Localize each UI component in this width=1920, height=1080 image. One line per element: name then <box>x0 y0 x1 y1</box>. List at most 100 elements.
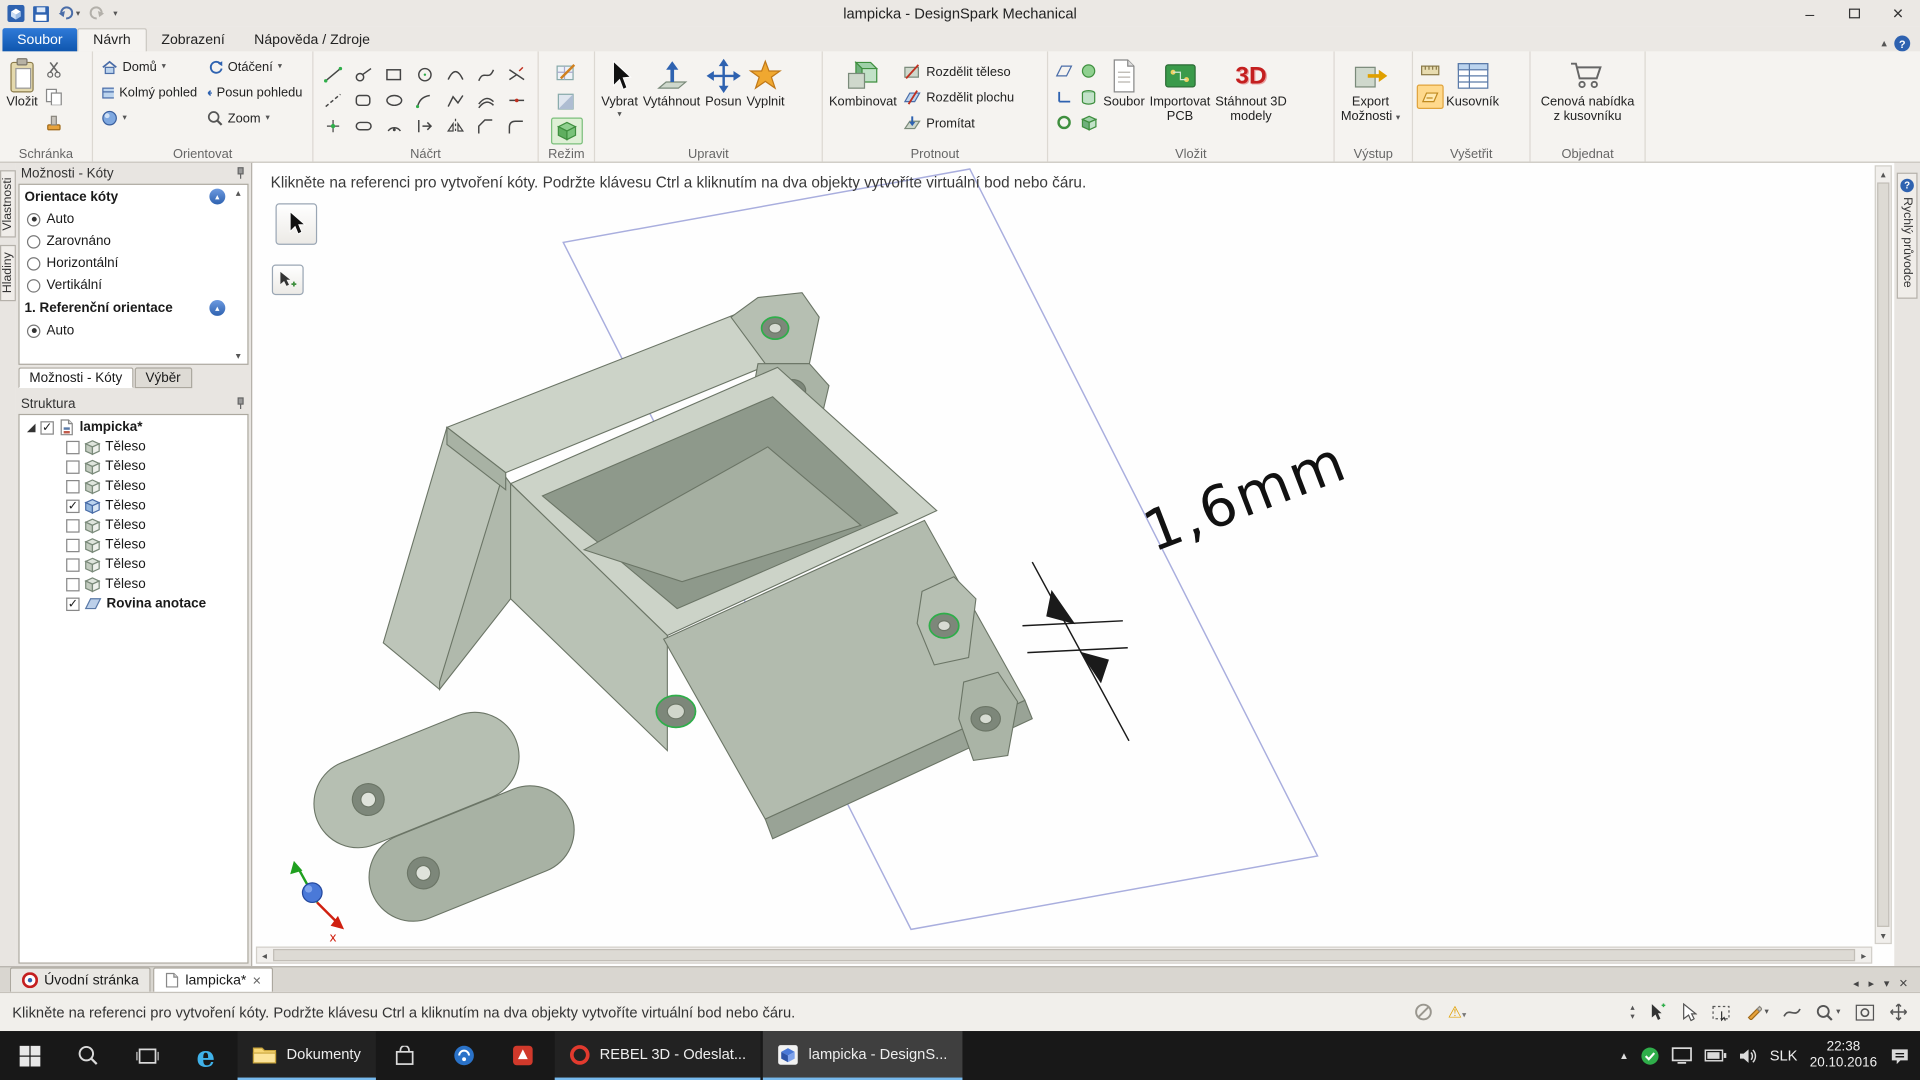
tree-item-teleso-checked[interactable]: ✓ Těleso <box>20 496 248 516</box>
tab-soubor[interactable]: Soubor <box>2 28 77 51</box>
language-indicator[interactable]: SLK <box>1770 1047 1798 1064</box>
sketch-fillet-button[interactable] <box>501 113 532 139</box>
pointer-icon[interactable] <box>1681 1003 1697 1021</box>
zoom-extents-icon[interactable] <box>1855 1003 1875 1020</box>
volume-icon[interactable] <box>1739 1048 1757 1064</box>
pan-tool-icon[interactable] <box>1889 1003 1907 1021</box>
tab-hladiny[interactable]: Hladiny <box>0 245 16 301</box>
pin-icon[interactable] <box>235 167 246 180</box>
secondary-tool-float-button[interactable] <box>272 264 304 295</box>
scroll-left-icon[interactable]: ◂ <box>257 948 272 963</box>
tab-zobrazeni[interactable]: Zobrazení <box>147 28 240 51</box>
scroll-down-icon[interactable]: ▾ <box>236 350 241 361</box>
quote-from-bom-button[interactable]: Cenová nabídka z kusovníku <box>1538 54 1637 126</box>
move-button[interactable]: Posun <box>703 54 744 112</box>
pan-view-button[interactable]: Posun pohledu <box>202 80 307 106</box>
bom-button[interactable]: Kusovník <box>1444 54 1502 112</box>
tree-item-teleso[interactable]: Těleso <box>20 555 248 575</box>
visibility-checkbox[interactable] <box>66 558 79 571</box>
paste-button[interactable]: Vložit <box>4 54 41 112</box>
cut-button[interactable] <box>40 58 67 82</box>
download-3d-models-button[interactable]: 3D Stáhnout 3D modely <box>1213 54 1289 126</box>
insert-sphere-button[interactable] <box>1076 59 1100 83</box>
tab-rychly-pruvodce[interactable]: ? Rychlý průvodce <box>1897 173 1918 299</box>
sketch-spline-button[interactable] <box>470 61 501 87</box>
sketch-line-button[interactable] <box>317 61 348 87</box>
save-button[interactable] <box>33 6 49 22</box>
scrollbar-thumb[interactable] <box>1877 182 1889 926</box>
radio-ref-auto[interactable]: Auto <box>20 320 231 342</box>
zoom-tool-icon[interactable]: ▾ <box>1817 1003 1841 1020</box>
export-options-button[interactable]: Export Možnosti ▾ <box>1338 54 1402 126</box>
blue-app-icon[interactable] <box>434 1031 493 1080</box>
sketch-polyline-button[interactable] <box>440 87 471 113</box>
radio-horizontalni[interactable]: Horizontální <box>20 252 231 274</box>
insert-file-button[interactable]: Soubor <box>1101 54 1147 112</box>
task-view-icon[interactable] <box>118 1031 177 1080</box>
split-body-button[interactable]: Rozdělit těleso <box>899 59 1019 85</box>
action-center-icon[interactable] <box>1889 1046 1910 1064</box>
curve-icon[interactable] <box>1783 1005 1801 1020</box>
tree-item-teleso[interactable]: Těleso <box>20 574 248 594</box>
tree-root[interactable]: ✓ lampicka* <box>20 418 248 438</box>
tree-item-teleso[interactable]: Těleso <box>20 535 248 555</box>
red-app-icon[interactable] <box>493 1031 552 1080</box>
start-button[interactable] <box>0 1031 59 1080</box>
window-select-icon[interactable] <box>1712 1003 1732 1020</box>
insert-axis-button[interactable] <box>1052 84 1076 108</box>
battery-icon[interactable] <box>1705 1049 1727 1061</box>
minimize-button[interactable]: – <box>1788 1 1832 27</box>
sketch-offset-button[interactable] <box>470 87 501 113</box>
sketch-mode-button[interactable] <box>550 59 582 86</box>
collapse-ribbon-button[interactable]: ▴ <box>1881 39 1887 48</box>
close-tab-icon[interactable]: × <box>253 972 262 989</box>
insert-plane-button[interactable] <box>1052 59 1076 83</box>
options-scrollbar[interactable]: ▴ ▾ <box>230 187 246 361</box>
redo-button[interactable] <box>89 6 105 21</box>
sketch-mirror-button[interactable] <box>440 113 471 139</box>
home-view-button[interactable]: Domů▾ <box>97 54 202 80</box>
customize-toolbar-button[interactable]: ▾ <box>113 9 117 18</box>
sketch-construction-line-button[interactable] <box>317 87 348 113</box>
visibility-checkbox[interactable] <box>66 479 79 492</box>
sketch-chamfer-button[interactable] <box>470 113 501 139</box>
copy-button[interactable] <box>40 84 67 108</box>
insert-ring-button[interactable] <box>1052 110 1076 134</box>
scroll-up-icon[interactable]: ▴ <box>1876 167 1891 182</box>
insert-box-button[interactable] <box>1076 110 1100 134</box>
fill-button[interactable]: Vyplnit <box>744 54 787 112</box>
horizontal-scrollbar[interactable]: ◂ ▸ <box>256 947 1872 964</box>
visibility-checkbox[interactable] <box>66 519 79 532</box>
measure-button[interactable] <box>1417 58 1444 82</box>
scroll-up-icon[interactable]: ▴ <box>236 187 241 198</box>
visibility-checkbox[interactable] <box>66 538 79 551</box>
visibility-checkbox[interactable] <box>66 577 79 590</box>
tree-item-teleso[interactable]: Těleso <box>20 437 248 457</box>
scroll-right-icon[interactable]: ▸ <box>1856 948 1871 963</box>
taskbar-app-dokumenty[interactable]: Dokumenty <box>238 1031 376 1080</box>
tab-list-icon[interactable]: ▾ <box>1884 977 1890 990</box>
select-button[interactable]: Vybrat ▾ <box>599 54 641 121</box>
combine-button[interactable]: Kombinovat <box>827 54 900 112</box>
doc-tab-lampicka[interactable]: lampicka* × <box>154 967 274 991</box>
sketch-project-button[interactable] <box>409 113 440 139</box>
radio-vertikalni[interactable]: Vertikální <box>20 274 231 296</box>
help-icon[interactable]: ? <box>1894 36 1910 52</box>
sketch-slot-button[interactable] <box>348 113 379 139</box>
model-viewport[interactable]: 1,6mm x Klikněte na referenci pro vytvoř… <box>253 163 1894 966</box>
sketch-circle-button[interactable] <box>409 61 440 87</box>
sketch-tangent-line-button[interactable] <box>348 61 379 87</box>
tab-close-icon[interactable]: × <box>1899 975 1908 992</box>
visibility-toggle-icon[interactable] <box>1415 1003 1433 1021</box>
taskbar-app-rebel[interactable]: REBEL 3D - Odeslat... <box>554 1031 760 1080</box>
expander-icon[interactable] <box>27 423 36 432</box>
shaded-view-button[interactable]: ▾ <box>97 105 202 131</box>
format-painter-button[interactable] <box>40 111 67 135</box>
sketch-ellipse-button[interactable] <box>378 87 409 113</box>
sketch-arc-button[interactable] <box>440 61 471 87</box>
tree-item-teleso[interactable]: Těleso <box>20 457 248 477</box>
split-face-button[interactable]: Rozdělit plochu <box>899 84 1019 110</box>
tab-napoveda[interactable]: Nápověda / Zdroje <box>239 28 384 51</box>
tree-item-teleso[interactable]: Těleso <box>20 516 248 536</box>
maximize-button[interactable] <box>1832 1 1876 27</box>
